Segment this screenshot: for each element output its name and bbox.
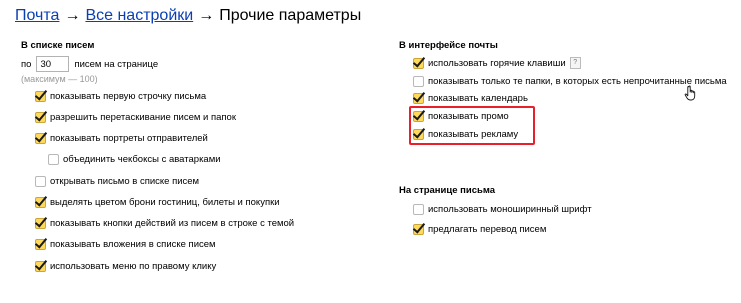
option-label: выделять цветом брони гостиниц, билеты и… [50, 196, 280, 208]
option-open-in-list[interactable]: открывать письмо в списке писем [35, 174, 199, 188]
option-label: использовать горячие клавиши [428, 57, 566, 69]
option-merge-checkboxes[interactable]: объединить чекбоксы с аватарками [48, 152, 221, 166]
breadcrumb: Почта → Все настройки → Прочие параметры [15, 6, 361, 26]
option-label: показывать только те папки, в которых ес… [428, 75, 727, 87]
option-label: объединить чекбоксы с аватарками [63, 153, 221, 165]
option-sender-portraits[interactable]: показывать портреты отправителей [35, 131, 208, 145]
breadcrumb-mail-link[interactable]: Почта [15, 7, 59, 24]
per-page-input[interactable] [36, 56, 70, 72]
checkbox[interactable] [413, 203, 424, 215]
option-monospace-font[interactable]: использовать моноширинный шрифт [413, 202, 592, 216]
highlight-annotation [409, 106, 535, 145]
checkbox[interactable] [35, 111, 46, 123]
checkbox[interactable] [35, 260, 46, 272]
checkbox[interactable] [413, 92, 424, 104]
per-page-prefix: по [21, 58, 32, 70]
option-show-attachments[interactable]: показывать вложения в списке писем [35, 237, 216, 251]
option-unread-folders[interactable]: показывать только те папки, в которых ес… [413, 74, 727, 88]
option-label: показывать кнопки действий из писем в ст… [50, 217, 295, 229]
interface-section-title: В интерфейсе почты [399, 40, 498, 51]
checkbox[interactable] [413, 223, 424, 235]
option-right-click-menu[interactable]: использовать меню по правому клику [35, 259, 216, 273]
checkbox[interactable] [35, 90, 46, 102]
hand-pointer-icon [684, 85, 696, 101]
checkbox[interactable] [35, 196, 46, 208]
option-hotkeys[interactable]: использовать горячие клавиши ? [413, 56, 581, 70]
breadcrumb-separator: → [198, 7, 215, 24]
per-page-row: по писем на странице [21, 56, 158, 72]
option-translate-letters[interactable]: предлагать перевод писем [413, 222, 546, 236]
help-icon[interactable]: ? [569, 57, 581, 69]
checkbox[interactable] [35, 132, 46, 144]
breadcrumb-separator: → [64, 7, 81, 24]
checkbox[interactable] [413, 75, 424, 87]
per-page-suffix: писем на странице [74, 58, 159, 70]
letter-page-section-title: На странице письма [399, 185, 496, 196]
option-label: показывать календарь [428, 92, 528, 104]
checkbox[interactable] [48, 153, 59, 165]
option-first-line[interactable]: показывать первую строчку письма [35, 89, 206, 103]
message-list-section-title: В списке писем [21, 40, 95, 51]
option-highlight-bookings[interactable]: выделять цветом брони гостиниц, билеты и… [35, 195, 280, 209]
option-show-calendar[interactable]: показывать календарь [413, 91, 528, 105]
breadcrumb-all-settings-link[interactable]: Все настройки [85, 7, 193, 24]
option-action-buttons[interactable]: показывать кнопки действий из писем в ст… [35, 216, 294, 230]
page-title: Прочие параметры [219, 7, 362, 24]
option-label: предлагать перевод писем [428, 223, 547, 235]
checkbox[interactable] [35, 217, 46, 229]
option-label: открывать письмо в списке писем [50, 175, 200, 187]
option-drag-drop[interactable]: разрешить перетаскивание писем и папок [35, 110, 236, 124]
checkbox[interactable] [35, 175, 46, 187]
option-label: показывать вложения в списке писем [50, 238, 216, 250]
option-label: использовать меню по правому клику [50, 260, 217, 272]
option-label: показывать первую строчку письма [50, 90, 207, 102]
checkbox[interactable] [35, 238, 46, 250]
option-label: показывать портреты отправителей [50, 132, 208, 144]
checkbox[interactable] [413, 57, 424, 69]
option-label: использовать моноширинный шрифт [428, 203, 592, 215]
per-page-hint: (максимум — 100) [21, 74, 98, 84]
option-label: разрешить перетаскивание писем и папок [50, 111, 236, 123]
